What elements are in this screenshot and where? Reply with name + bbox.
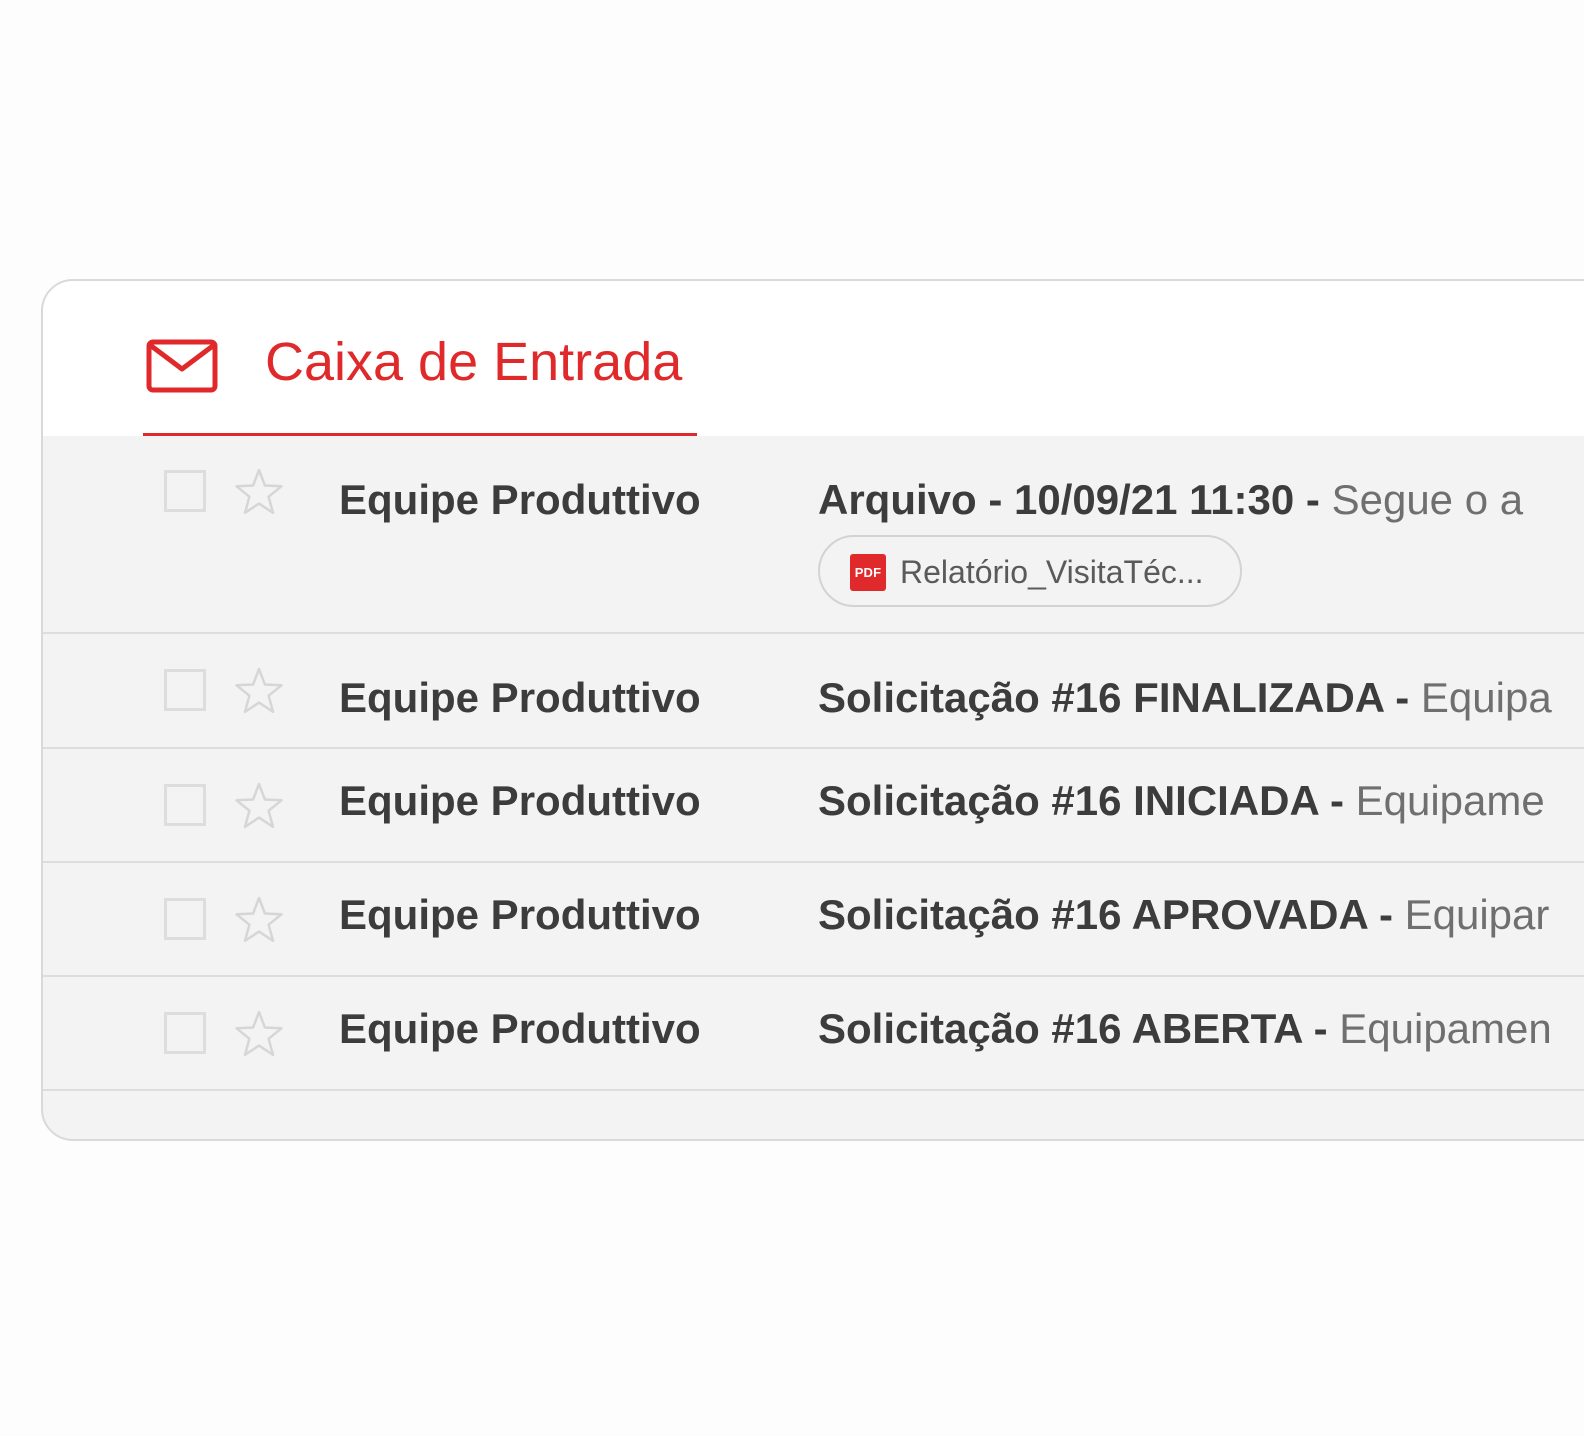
select-checkbox[interactable] <box>164 470 206 512</box>
email-subject-line: Solicitação #16 ABERTA - Equipamen <box>818 1003 1552 1055</box>
email-subject-line: Solicitação #16 INICIADA - Equipame <box>818 775 1545 827</box>
star-icon[interactable] <box>233 780 285 832</box>
email-subject-line: Arquivo - 10/09/21 11:30 - Segue o a <box>818 474 1523 526</box>
mail-icon <box>146 339 218 393</box>
select-checkbox[interactable] <box>164 1012 206 1054</box>
email-snippet: Equipar <box>1404 891 1550 938</box>
email-snippet: Equipamen <box>1339 1005 1552 1052</box>
email-subject: Solicitação #16 INICIADA <box>818 777 1319 824</box>
attachment-chip[interactable]: PDF Relatório_VisitaTéc... <box>818 535 1242 607</box>
email-separator: - <box>1318 777 1356 824</box>
select-checkbox[interactable] <box>164 669 206 711</box>
tab-inbox-label: Caixa de Entrada <box>265 332 683 392</box>
attachment-name: Relatório_VisitaTéc... <box>900 554 1204 590</box>
email-sender: Equipe Produttivo <box>339 891 701 938</box>
email-sender: Equipe Produttivo <box>339 777 701 824</box>
email-row[interactable]: Equipe Produttivo Solicitação #16 FINALI… <box>43 634 1584 749</box>
tab-inbox[interactable]: Caixa de Entrada <box>143 281 697 436</box>
email-separator: - <box>1294 476 1332 523</box>
select-checkbox[interactable] <box>164 898 206 940</box>
email-snippet: Equipa <box>1420 674 1552 721</box>
star-icon[interactable] <box>233 665 285 717</box>
inbox-header: Caixa de Entrada <box>43 281 1584 436</box>
email-row[interactable]: Equipe Produttivo Arquivo - 10/09/21 11:… <box>43 436 1584 634</box>
email-subject: Arquivo - 10/09/21 11:30 <box>818 476 1295 523</box>
email-snippet: Equipame <box>1355 777 1545 824</box>
email-subject-line: Solicitação #16 FINALIZADA - Equipa <box>818 672 1552 724</box>
email-sender: Equipe Produttivo <box>339 1005 701 1052</box>
email-subject: Solicitação #16 APROVADA <box>818 891 1368 938</box>
email-subject-line: Solicitação #16 APROVADA - Equipar <box>818 889 1549 941</box>
email-row[interactable]: Equipe Produttivo Solicitação #16 APROVA… <box>43 863 1584 977</box>
email-row[interactable]: Equipe Produttivo Solicitação #16 ABERTA… <box>43 977 1584 1091</box>
email-row[interactable]: Equipe Produttivo Solicitação #16 INICIA… <box>43 749 1584 863</box>
star-icon[interactable] <box>233 894 285 946</box>
email-subject: Solicitação #16 FINALIZADA <box>818 674 1384 721</box>
star-icon[interactable] <box>233 1008 285 1060</box>
star-icon[interactable] <box>233 466 285 518</box>
inbox-panel: Caixa de Entrada Equipe Produttivo Arqui… <box>41 279 1584 1141</box>
email-sender: Equipe Produttivo <box>339 674 701 721</box>
email-subject: Solicitação #16 ABERTA <box>818 1005 1302 1052</box>
pdf-icon: PDF <box>850 554 886 591</box>
email-separator: - <box>1301 1005 1340 1052</box>
email-snippet: Segue o a <box>1331 476 1524 523</box>
email-separator: - <box>1383 674 1421 721</box>
select-checkbox[interactable] <box>164 784 206 826</box>
email-separator: - <box>1367 891 1405 938</box>
email-sender: Equipe Produttivo <box>339 476 701 523</box>
